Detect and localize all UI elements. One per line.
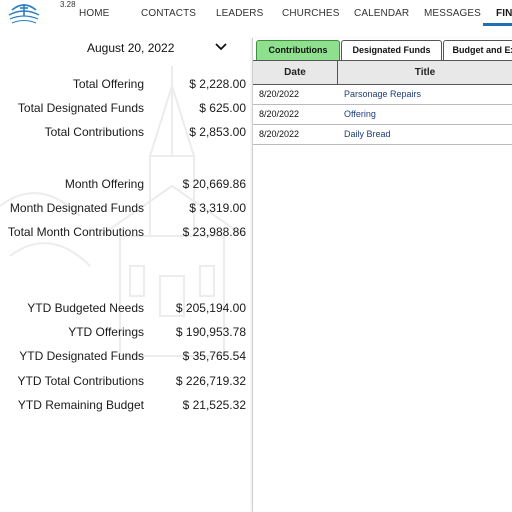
summary-panel: August 20, 2022 Total Offering $ 2,228.0… [0,26,252,512]
ytd-offerings-value: $ 190,953.78 [175,325,246,339]
tab-budget-and-expenses[interactable]: Budget and Ex [443,40,512,60]
nav-messages[interactable]: MESSAGES [424,8,481,19]
table-row[interactable]: 8/20/2022 Offering [253,104,512,125]
month-contributions-label: Total Month Contributions [7,225,144,239]
ytd-total-contributions-value: $ 226,719.32 [175,374,246,388]
chevron-down-icon[interactable] [214,42,228,52]
nav-home[interactable]: HOME [79,8,109,19]
total-offering-value: $ 2,228.00 [189,77,246,91]
month-offering-label: Month Offering [64,177,144,191]
row-title-link[interactable]: Offering [344,104,376,124]
month-offering-value: $ 20,669.86 [182,177,246,191]
nav-calendar[interactable]: CALENDAR [354,8,409,19]
column-header-date[interactable]: Date [253,61,338,84]
table-header: Date Title [253,60,512,85]
ytd-remaining-budget-label: YTD Remaining Budget [17,398,144,412]
app-version: 3.28 [60,0,76,9]
nav-active-indicator [483,23,512,26]
total-designated-funds-label: Total Designated Funds [17,101,144,115]
row-title-link[interactable]: Parsonage Repairs [344,84,421,104]
ytd-remaining-budget-value: $ 21,525.32 [182,398,246,412]
nav-leaders[interactable]: LEADERS [216,8,263,19]
ytd-total-contributions-label: YTD Total Contributions [17,374,144,388]
date-picker-value[interactable]: August 20, 2022 [87,41,174,55]
row-date: 8/20/2022 [259,129,300,139]
tab-contributions[interactable]: Contributions [256,40,340,60]
ytd-budgeted-needs-value: $ 205,194.00 [175,301,246,315]
total-designated-funds-value: $ 625.00 [199,101,246,115]
ytd-designated-funds-label: YTD Designated Funds [19,349,144,363]
nav-contacts[interactable]: CONTACTS [141,8,196,19]
ytd-budgeted-needs-label: YTD Budgeted Needs [27,301,144,315]
total-contributions-value: $ 2,853.00 [189,125,246,139]
church-logo-icon[interactable] [6,2,42,26]
tab-designated-funds[interactable]: Designated Funds [341,40,442,60]
total-contributions-label: Total Contributions [44,125,144,139]
column-header-title[interactable]: Title [338,61,512,84]
month-designated-funds-label: Month Designated Funds [9,201,144,215]
table-row[interactable]: 8/20/2022 Daily Bread [253,124,512,145]
total-offering-label: Total Offering [72,77,144,91]
row-date: 8/20/2022 [259,89,300,99]
ytd-offerings-label: YTD Offerings [68,325,144,339]
ytd-designated-funds-value: $ 35,765.54 [182,349,246,363]
church-background-image [0,66,245,357]
nav-finance[interactable]: FINA [496,8,512,19]
row-date: 8/20/2022 [259,109,300,119]
top-nav-bar: 3.28 HOME CONTACTS LEADERS CHURCHES CALE… [0,0,512,26]
month-contributions-value: $ 23,988.86 [182,225,246,239]
table-row[interactable]: 8/20/2022 Parsonage Repairs [253,84,512,105]
row-title-link[interactable]: Daily Bread [344,124,391,144]
month-designated-funds-value: $ 3,319.00 [189,201,246,215]
nav-churches[interactable]: CHURCHES [282,8,339,19]
